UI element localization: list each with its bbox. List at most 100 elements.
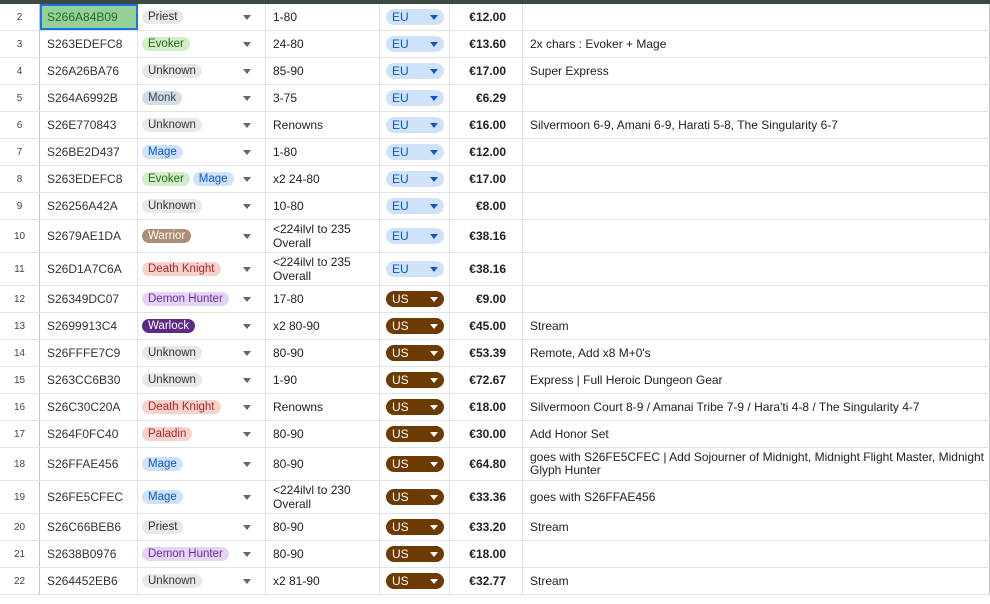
region-chip[interactable]: US bbox=[386, 399, 444, 415]
class-cell[interactable]: Paladin bbox=[138, 421, 266, 447]
class-cell[interactable]: Warrior bbox=[138, 220, 266, 252]
level-cell[interactable]: x2 80-90 bbox=[266, 313, 380, 339]
notes-cell[interactable]: Silvermoon 6-9, Amani 6-9, Harati 5-8, T… bbox=[523, 112, 990, 138]
order-id-cell[interactable]: S264F0FC40 bbox=[40, 421, 138, 447]
price-cell[interactable]: €13.60 bbox=[450, 31, 523, 57]
chevron-down-icon[interactable] bbox=[243, 69, 251, 74]
region-cell[interactable]: EU bbox=[380, 166, 450, 192]
notes-cell[interactable] bbox=[523, 4, 990, 30]
chevron-down-icon[interactable] bbox=[243, 579, 251, 584]
order-id-cell[interactable]: S26D1A7C6A bbox=[40, 253, 138, 285]
region-cell[interactable]: US bbox=[380, 286, 450, 312]
notes-cell[interactable]: Stream bbox=[523, 568, 990, 594]
region-chip[interactable]: EU bbox=[386, 198, 444, 214]
notes-cell[interactable]: Silvermoon Court 8-9 / Amanai Tribe 7-9 … bbox=[523, 394, 990, 420]
region-cell[interactable]: EU bbox=[380, 193, 450, 219]
order-id-cell[interactable]: S26256A42A bbox=[40, 193, 138, 219]
price-cell[interactable]: €45.00 bbox=[450, 313, 523, 339]
order-id-cell[interactable]: S2638B0976 bbox=[40, 541, 138, 567]
chevron-down-icon[interactable] bbox=[243, 324, 251, 329]
notes-cell[interactable]: Super Express bbox=[523, 58, 990, 84]
class-cell[interactable]: Priest bbox=[138, 514, 266, 540]
order-id-cell[interactable]: S263CC6B30 bbox=[40, 367, 138, 393]
class-cell[interactable]: Unknown bbox=[138, 58, 266, 84]
price-cell[interactable]: €8.00 bbox=[450, 193, 523, 219]
chevron-down-icon[interactable] bbox=[243, 552, 251, 557]
order-id-cell[interactable]: S2699913C4 bbox=[40, 313, 138, 339]
level-cell[interactable]: 24-80 bbox=[266, 31, 380, 57]
region-chip[interactable]: EU bbox=[386, 144, 444, 160]
price-cell[interactable]: €17.00 bbox=[450, 58, 523, 84]
row-number[interactable]: 4 bbox=[0, 58, 40, 84]
row-number[interactable]: 20 bbox=[0, 514, 40, 540]
region-chip[interactable]: US bbox=[386, 318, 444, 334]
level-cell[interactable]: x2 24-80 bbox=[266, 166, 380, 192]
row-number[interactable]: 12 bbox=[0, 286, 40, 312]
row-number[interactable]: 2 bbox=[0, 4, 40, 30]
price-cell[interactable]: €16.00 bbox=[450, 112, 523, 138]
region-chip[interactable]: US bbox=[386, 546, 444, 562]
price-cell[interactable]: €18.00 bbox=[450, 541, 523, 567]
class-cell[interactable]: Mage bbox=[138, 448, 266, 480]
region-cell[interactable]: US bbox=[380, 367, 450, 393]
price-cell[interactable]: €38.16 bbox=[450, 253, 523, 285]
row-number[interactable]: 15 bbox=[0, 367, 40, 393]
row-number[interactable]: 13 bbox=[0, 313, 40, 339]
region-chip[interactable]: US bbox=[386, 519, 444, 535]
level-cell[interactable]: <224ilvl to 235 Overall bbox=[266, 220, 380, 252]
chevron-down-icon[interactable] bbox=[243, 15, 251, 20]
region-chip[interactable]: US bbox=[386, 489, 444, 505]
region-cell[interactable]: EU bbox=[380, 58, 450, 84]
chevron-down-icon[interactable] bbox=[243, 267, 251, 272]
chevron-down-icon[interactable] bbox=[243, 432, 251, 437]
order-id-cell[interactable]: S26BE2D437 bbox=[40, 139, 138, 165]
order-id-cell[interactable]: S263EDEFC8 bbox=[40, 31, 138, 57]
region-chip[interactable]: EU bbox=[386, 117, 444, 133]
chevron-down-icon[interactable] bbox=[243, 96, 251, 101]
level-cell[interactable]: 1-80 bbox=[266, 139, 380, 165]
region-cell[interactable]: US bbox=[380, 394, 450, 420]
row-number[interactable]: 3 bbox=[0, 31, 40, 57]
chevron-down-icon[interactable] bbox=[243, 495, 251, 500]
class-cell[interactable]: Unknown bbox=[138, 568, 266, 594]
level-cell[interactable]: 17-80 bbox=[266, 286, 380, 312]
region-chip[interactable]: US bbox=[386, 345, 444, 361]
region-chip[interactable]: EU bbox=[386, 36, 444, 52]
notes-cell[interactable]: Add Honor Set bbox=[523, 421, 990, 447]
chevron-down-icon[interactable] bbox=[243, 42, 251, 47]
notes-cell[interactable]: Express | Full Heroic Dungeon Gear bbox=[523, 367, 990, 393]
row-number[interactable]: 8 bbox=[0, 166, 40, 192]
order-id-cell[interactable]: S264A6992B bbox=[40, 85, 138, 111]
price-cell[interactable]: €32.77 bbox=[450, 568, 523, 594]
notes-cell[interactable]: Stream bbox=[523, 313, 990, 339]
region-cell[interactable]: EU bbox=[380, 139, 450, 165]
order-id-cell[interactable]: S26C30C20A bbox=[40, 394, 138, 420]
chevron-down-icon[interactable] bbox=[243, 204, 251, 209]
level-cell[interactable]: 80-90 bbox=[266, 448, 380, 480]
notes-cell[interactable]: 2x chars : Evoker + Mage bbox=[523, 31, 990, 57]
price-cell[interactable]: €38.16 bbox=[450, 220, 523, 252]
region-cell[interactable]: EU bbox=[380, 112, 450, 138]
class-cell[interactable]: Priest bbox=[138, 4, 266, 30]
region-chip[interactable]: EU bbox=[386, 261, 444, 277]
region-chip[interactable]: EU bbox=[386, 9, 444, 25]
region-cell[interactable]: EU bbox=[380, 4, 450, 30]
chevron-down-icon[interactable] bbox=[243, 234, 251, 239]
region-cell[interactable]: US bbox=[380, 340, 450, 366]
price-cell[interactable]: €53.39 bbox=[450, 340, 523, 366]
class-cell[interactable]: Unknown bbox=[138, 367, 266, 393]
region-cell[interactable]: US bbox=[380, 313, 450, 339]
level-cell[interactable]: 80-90 bbox=[266, 514, 380, 540]
row-number[interactable]: 19 bbox=[0, 481, 40, 513]
level-cell[interactable]: 80-90 bbox=[266, 340, 380, 366]
order-id-cell[interactable]: S26FE5CFEC bbox=[40, 481, 138, 513]
level-cell[interactable]: 80-90 bbox=[266, 541, 380, 567]
class-cell[interactable]: Mage bbox=[138, 139, 266, 165]
chevron-down-icon[interactable] bbox=[243, 150, 251, 155]
chevron-down-icon[interactable] bbox=[243, 462, 251, 467]
row-number[interactable]: 5 bbox=[0, 85, 40, 111]
class-cell[interactable]: Warlock bbox=[138, 313, 266, 339]
region-chip[interactable]: US bbox=[386, 456, 444, 472]
class-cell[interactable]: Unknown bbox=[138, 112, 266, 138]
notes-cell[interactable] bbox=[523, 85, 990, 111]
